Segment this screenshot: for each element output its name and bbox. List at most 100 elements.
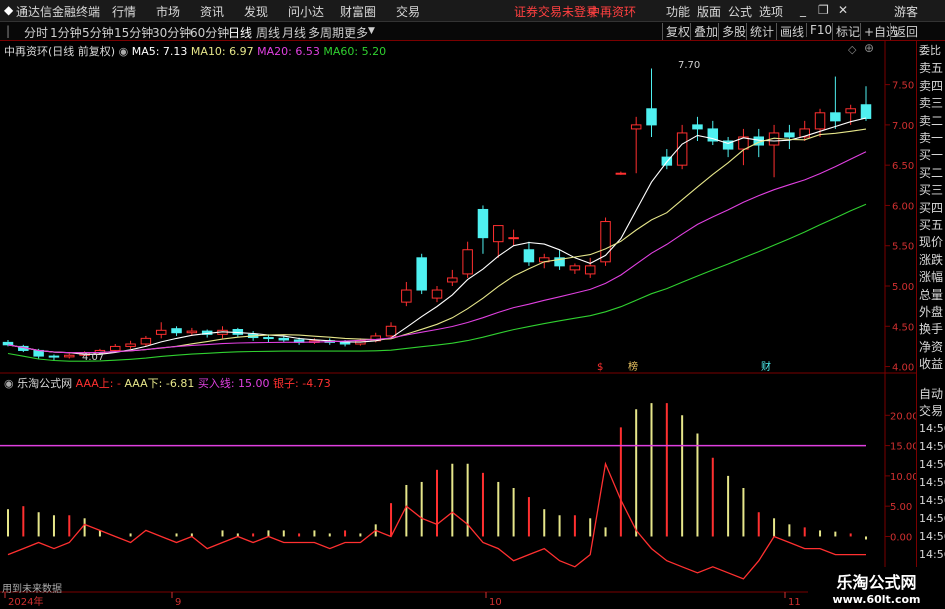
candle-down	[523, 249, 535, 263]
candle-up	[186, 330, 198, 334]
nav-left-icon[interactable]: |	[6, 24, 10, 38]
menu-item-layout[interactable]: 版面	[697, 3, 721, 20]
future-data-note: 用到未来数据	[2, 582, 62, 595]
mark-button[interactable]: 标记	[832, 23, 860, 40]
x-tick-label: 9	[175, 597, 181, 608]
period-multi[interactable]: 多周期	[308, 24, 344, 41]
period-5min[interactable]: 5分钟	[82, 24, 114, 41]
price-tick-label: 5.50	[892, 242, 914, 253]
menu-item-markets[interactable]: 市场	[156, 3, 180, 20]
trade-time: 14:56	[919, 548, 945, 561]
candle-down	[860, 104, 872, 119]
period-15min[interactable]: 15分钟	[114, 24, 153, 41]
quote-field-label: 卖一	[919, 131, 944, 145]
candle-down	[646, 108, 657, 126]
menu-item-options[interactable]: 选项	[759, 3, 783, 20]
trade-time: 14:56	[919, 512, 945, 525]
watermark-url: www.60lt.com	[832, 593, 921, 606]
quote-field-label: 涨跌	[919, 252, 944, 267]
trade-time: 14:56	[919, 422, 945, 435]
restore-icon[interactable]: ❐	[818, 3, 829, 17]
overlay-button[interactable]: 叠加	[690, 23, 718, 40]
quote-field-label: 卖四	[919, 78, 944, 93]
menu-item-market[interactable]: 行情	[112, 3, 136, 20]
stats-button[interactable]: 统计	[746, 23, 774, 40]
candle-up	[401, 289, 412, 303]
draw-button[interactable]: 画线	[776, 23, 804, 40]
candle-down	[477, 208, 489, 239]
menu-item-wealth[interactable]: 财富圈	[340, 3, 376, 20]
menu-item-function[interactable]: 功能	[666, 3, 690, 20]
candle-down	[784, 132, 795, 138]
candle-up	[431, 289, 443, 299]
quote-field-label: 换手	[919, 322, 944, 337]
ma10-line	[7, 128, 867, 354]
period-monthly[interactable]: 月线	[282, 24, 306, 41]
menu-item-ask[interactable]: 问小达	[288, 3, 324, 20]
price-tick-label: 6.00	[892, 201, 914, 212]
minimize-icon[interactable]: _	[800, 3, 806, 17]
more-dropdown-icon[interactable]: ▼	[368, 26, 375, 36]
menu-item-news[interactable]: 资讯	[200, 3, 224, 20]
quote-field-label: 卖三	[919, 96, 944, 111]
app-logo-icon: ◆	[4, 3, 14, 17]
price-tick-label: 5.00	[892, 282, 914, 293]
candle-down	[416, 257, 427, 291]
trade-time: 14:56	[919, 458, 945, 471]
quote-field-label: 外盘	[919, 305, 944, 319]
candle-down	[48, 355, 60, 358]
period-daily[interactable]: 日线	[228, 24, 252, 41]
close-icon[interactable]: ✕	[838, 3, 848, 17]
trade-login-status[interactable]: 证券交易未登录	[514, 3, 598, 20]
menu-item-formula[interactable]: 公式	[728, 3, 752, 20]
trade-detail-header[interactable]: 交易	[919, 402, 945, 419]
price-tick-label: 4.50	[892, 322, 914, 333]
trade-time: 14:56	[919, 494, 945, 507]
price-tick-label: 7.50	[892, 81, 914, 92]
candle-down	[278, 337, 290, 341]
candle-up	[630, 124, 642, 130]
trade-time: 14:56	[919, 530, 945, 543]
quote-field-label: 买四	[919, 200, 944, 215]
kline-chart[interactable]: 7.50 7.00 6.50 6.00 5.50 5.00 4.50 4.00 20.00 15.…	[0, 40, 917, 609]
indicator-tick-label: 10.00	[890, 472, 917, 483]
quote-field-label: 卖二	[919, 113, 944, 128]
f10-button[interactable]: F10	[806, 23, 832, 37]
event-mark-rank[interactable]: 榜	[628, 360, 638, 373]
x-tick-label: 10	[489, 597, 502, 608]
candle-down	[263, 337, 274, 340]
event-mark-dollar[interactable]: $	[597, 362, 603, 373]
quote-field-label: 委比	[919, 44, 941, 57]
candle-up	[584, 265, 596, 275]
period-more[interactable]: 更多	[344, 24, 368, 41]
menu-item-trade[interactable]: 交易	[396, 3, 420, 20]
candle-up	[493, 225, 504, 243]
watermark-name: 乐淘公式网	[836, 573, 917, 592]
username[interactable]: 游客	[894, 3, 918, 20]
quote-field-label: 买二	[919, 165, 944, 180]
period-1min[interactable]: 1分钟	[50, 24, 82, 41]
indicator-tick-label: 15.00	[890, 442, 917, 453]
period-intraday[interactable]: 分时	[24, 24, 48, 41]
period-30min[interactable]: 30分钟	[152, 24, 191, 41]
indicator-tick-label: 0.00	[890, 532, 912, 543]
period-weekly[interactable]: 周线	[256, 24, 280, 41]
quote-field-label: 净资	[919, 339, 944, 354]
adjust-button[interactable]: 复权	[662, 23, 690, 40]
price-tick-label: 6.50	[892, 161, 914, 172]
candle-up	[462, 249, 473, 275]
back-button[interactable]: 返回	[890, 23, 918, 40]
candle-up	[110, 345, 121, 351]
y-axis-labels: 7.50 7.00 6.50 6.00 5.50 5.00 4.50 4.00 20.00 15.…	[885, 81, 917, 543]
period-60min[interactable]: 60分钟	[190, 24, 229, 41]
trade-detail-header[interactable]: 自动	[919, 385, 945, 402]
event-mark-finance[interactable]: 财	[761, 360, 771, 373]
multi-stock-button[interactable]: 多股	[718, 23, 746, 40]
candle-down	[171, 328, 182, 334]
chart-grid	[0, 40, 917, 593]
menu-item-discover[interactable]: 发现	[244, 3, 268, 20]
low-price-label: 4.07	[82, 352, 104, 363]
indicator-layer	[0, 403, 867, 580]
ma60-line	[7, 203, 867, 362]
candle-down	[692, 124, 703, 130]
